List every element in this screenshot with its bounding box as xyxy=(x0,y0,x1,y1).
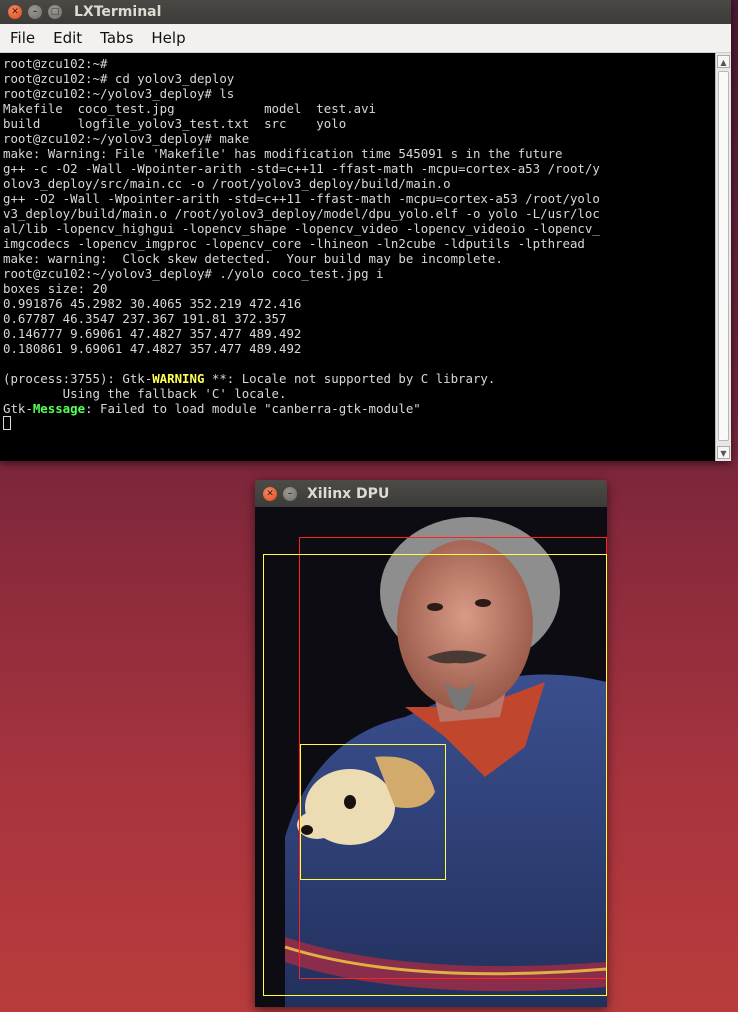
menu-help[interactable]: Help xyxy=(141,29,193,47)
terminal-line: boxes size: 20 xyxy=(3,281,108,296)
minimize-icon[interactable]: – xyxy=(283,486,297,501)
scrollbar-thumb[interactable] xyxy=(718,71,729,441)
terminal-line: imgcodecs -lopencv_imgproc -lopencv_core… xyxy=(3,236,585,251)
dpu-window-title: Xilinx DPU xyxy=(307,485,390,502)
gtk-warning-prefix: (process:3755): Gtk- xyxy=(3,371,153,386)
menu-tabs[interactable]: Tabs xyxy=(90,29,141,47)
terminal-lines: root@zcu102:~# root@zcu102:~# cd yolov3_… xyxy=(3,56,600,356)
terminal-line: root@zcu102:~# xyxy=(3,56,108,71)
gtk-msg-prefix: Gtk- xyxy=(3,401,33,416)
terminal-line: g++ -O2 -Wall -Wpointer-arith -std=c++11… xyxy=(3,191,600,206)
terminal-line: root@zcu102:~/yolov3_deploy# ./yolo coco… xyxy=(3,266,384,281)
terminal-output[interactable]: root@zcu102:~# root@zcu102:~# cd yolov3_… xyxy=(0,53,715,461)
detection-image xyxy=(255,507,607,1007)
terminal-line: build logfile_yolov3_test.txt src yolo xyxy=(3,116,347,131)
dpu-window: ✕ – Xilinx DPU xyxy=(255,480,607,1007)
terminal-line: 0.991876 45.2982 30.4065 352.219 472.416 xyxy=(3,296,302,311)
gtk-warning-word: WARNING xyxy=(152,371,205,386)
gtk-warning-rest: **: Locale not supported by C library. xyxy=(204,371,496,386)
terminal-line: root@zcu102:~/yolov3_deploy# make xyxy=(3,131,250,146)
terminal-line: g++ -c -O2 -Wall -Wpointer-arith -std=c+… xyxy=(3,161,600,176)
menubar: File Edit Tabs Help xyxy=(0,24,731,53)
close-icon[interactable]: ✕ xyxy=(8,5,22,19)
terminal-window: ✕ – □ LXTerminal File Edit Tabs Help roo… xyxy=(0,0,731,461)
terminal-line: root@zcu102:~/yolov3_deploy# ls xyxy=(3,86,235,101)
close-icon[interactable]: ✕ xyxy=(263,486,277,501)
dpu-titlebar[interactable]: ✕ – Xilinx DPU xyxy=(255,480,607,507)
minimize-icon[interactable]: – xyxy=(28,5,42,19)
detection-photo xyxy=(255,507,607,1007)
terminal-titlebar[interactable]: ✕ – □ LXTerminal xyxy=(0,0,731,24)
maximize-icon[interactable]: □ xyxy=(48,5,62,19)
terminal-line: 0.146777 9.69061 47.4827 357.477 489.492 xyxy=(3,326,302,341)
terminal-line: root@zcu102:~# cd yolov3_deploy xyxy=(3,71,235,86)
terminal-line: al/lib -lopencv_highgui -lopencv_shape -… xyxy=(3,221,600,236)
terminal-line: make: warning: Clock skew detected. Your… xyxy=(3,251,503,266)
scroll-up-icon[interactable]: ▲ xyxy=(717,55,730,68)
terminal-line: 0.180861 9.69061 47.4827 357.477 489.492 xyxy=(3,341,302,356)
terminal-scrollbar[interactable]: ▲ ▼ xyxy=(715,53,731,461)
terminal-cursor xyxy=(3,416,11,430)
terminal-line: make: Warning: File 'Makefile' has modif… xyxy=(3,146,563,161)
terminal-line: v3_deploy/build/main.o /root/yolov3_depl… xyxy=(3,206,600,221)
menu-edit[interactable]: Edit xyxy=(43,29,90,47)
fallback-line: Using the fallback 'C' locale. xyxy=(3,386,287,401)
terminal-line: Makefile coco_test.jpg model test.avi xyxy=(3,101,376,116)
scroll-down-icon[interactable]: ▼ xyxy=(717,446,730,459)
gtk-msg-rest: : Failed to load module "canberra-gtk-mo… xyxy=(85,401,421,416)
terminal-line: olov3_deploy/src/main.cc -o /root/yolov3… xyxy=(3,176,451,191)
window-title: LXTerminal xyxy=(74,4,162,20)
terminal-line: 0.67787 46.3547 237.367 191.81 372.357 xyxy=(3,311,287,326)
menu-file[interactable]: File xyxy=(0,29,43,47)
gtk-msg-word: Message xyxy=(32,401,86,416)
